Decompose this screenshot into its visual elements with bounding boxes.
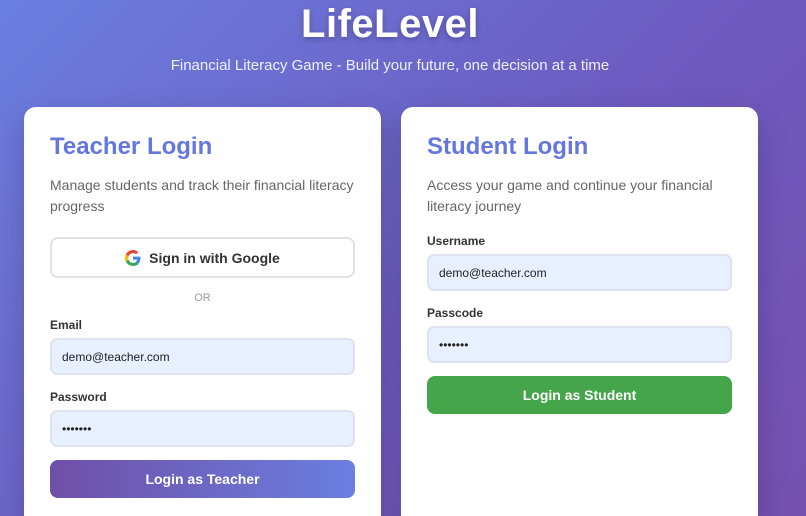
google-icon <box>125 249 141 266</box>
teacher-login-title: Teacher Login <box>50 133 213 160</box>
student-login-description: Access your game and continue your finan… <box>427 177 713 214</box>
login-as-student-button[interactable]: Login as Student <box>427 376 732 414</box>
app-subtitle: Financial Literacy Game - Build your fut… <box>170 57 610 74</box>
email-label: Email <box>50 318 83 332</box>
password-label: Password <box>50 390 107 404</box>
username-label: Username <box>427 234 486 248</box>
google-signin-label: Sign in with Google <box>149 249 280 266</box>
student-login-card: Student Login Access your game and conti… <box>401 107 758 516</box>
or-divider: OR <box>194 292 211 304</box>
login-as-teacher-button[interactable]: Login as Teacher <box>50 460 355 498</box>
teacher-login-description: Manage students and track their financia… <box>50 177 354 214</box>
email-field[interactable]: demo@teacher.com <box>50 338 355 375</box>
google-signin-button[interactable]: Sign in with Google <box>50 237 355 278</box>
student-login-title: Student Login <box>427 133 589 160</box>
passcode-label: Passcode <box>427 306 484 320</box>
teacher-login-card: Teacher Login Manage students and track … <box>24 107 381 516</box>
password-field[interactable]: ••••••• <box>50 410 355 447</box>
username-field[interactable]: demo@teacher.com <box>427 254 732 291</box>
passcode-field[interactable]: ••••••• <box>427 326 732 363</box>
app-title: LifeLevel <box>301 2 479 46</box>
